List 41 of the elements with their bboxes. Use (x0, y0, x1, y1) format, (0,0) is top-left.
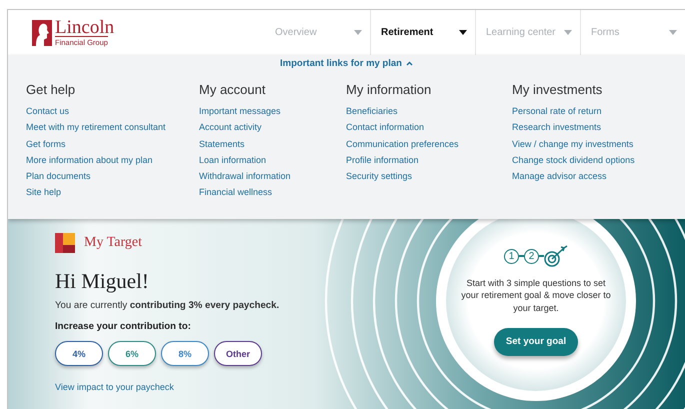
menu-link[interactable]: Manage advisor access (512, 168, 607, 184)
step-number: 2 (524, 248, 539, 264)
menu-link[interactable]: Loan information (199, 152, 266, 168)
group-heading: Get help (26, 82, 76, 98)
menu-link[interactable]: Financial wellness (199, 184, 272, 201)
menu-link[interactable]: Plan documents (26, 168, 91, 184)
goal-description: Start with 3 simple questions to set your retirement goal & move closer to your target. (461, 277, 611, 314)
menu-link[interactable]: Withdrawal information (199, 168, 291, 184)
menu-link[interactable]: View / change my investments (512, 136, 634, 152)
menu-link[interactable]: Get forms (26, 136, 66, 152)
contribution-status: You are currently contributing 3% every paycheck. (55, 300, 280, 311)
contribution-option[interactable]: 6% (108, 341, 156, 366)
menu-link[interactable]: Change stock dividend options (512, 152, 635, 168)
contribution-option[interactable]: 4% (55, 341, 103, 366)
menu-link[interactable]: Research investments (512, 119, 602, 136)
menu-link[interactable]: Account activity (199, 119, 262, 136)
contribution-option[interactable]: Other (214, 341, 262, 366)
group-heading: My information (346, 82, 432, 98)
menu-link[interactable]: Contact information (346, 119, 424, 136)
impact-link[interactable]: View impact to your paycheck (55, 382, 174, 392)
group-heading: My investments (512, 82, 604, 98)
greeting: Hi Miguel! (55, 269, 149, 294)
group-heading: My account (199, 82, 266, 98)
contribution-option[interactable]: 8% (161, 341, 209, 366)
menu-link[interactable]: Site help (26, 184, 62, 201)
menu-link[interactable]: Beneficiaries (346, 103, 398, 120)
contribution-prompt: Increase your contribution to: (55, 321, 191, 332)
menu-link[interactable]: Profile information (346, 152, 419, 168)
menu-link[interactable]: Contact us (26, 103, 70, 120)
menu-link[interactable]: Statements (199, 136, 245, 152)
logo-name: Lincoln (55, 18, 114, 36)
step-number: 1 (504, 248, 519, 264)
menu-link[interactable]: Personal rate of return (512, 103, 602, 120)
menu-link[interactable]: Security settings (346, 168, 412, 184)
set-goal-button[interactable]: Set your goal (494, 328, 578, 356)
links-toggle[interactable]: Important links for my plan (280, 58, 413, 69)
menu-link[interactable]: Communication preferences (346, 136, 459, 152)
menu-link[interactable]: Meet with my retirement consultant (26, 119, 166, 136)
menu-link[interactable]: Important messages (199, 103, 281, 120)
menu-link[interactable]: More information about my plan (26, 152, 153, 168)
brand-name: My Target (84, 235, 142, 251)
